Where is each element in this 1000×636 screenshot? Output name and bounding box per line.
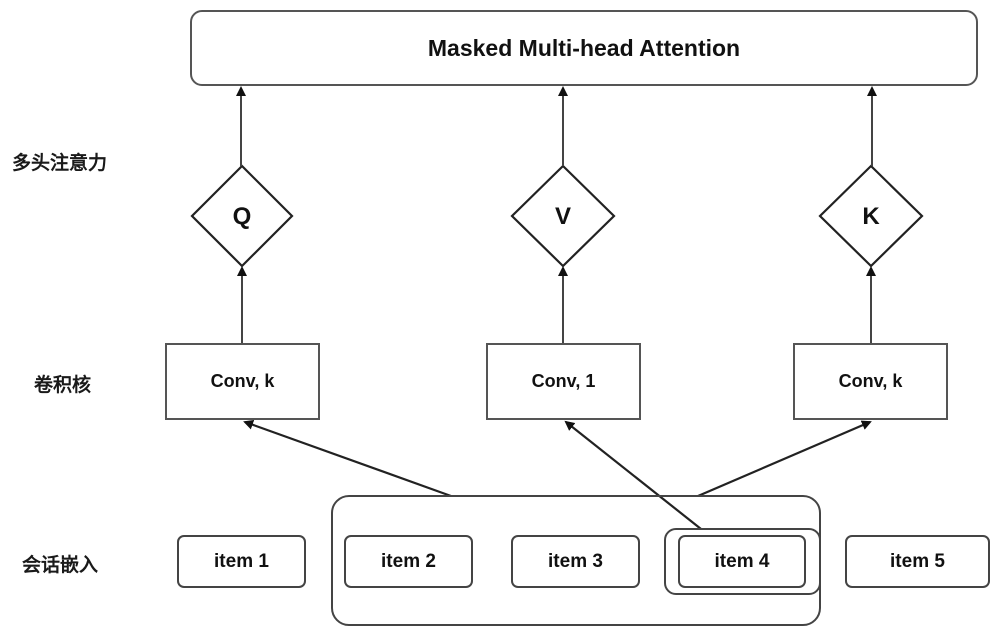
diamond-label-v: V xyxy=(554,203,572,230)
item-box-5: item 5 xyxy=(845,535,990,588)
item-label: item 4 xyxy=(714,550,770,572)
conv-box-right: Conv, k xyxy=(793,343,948,420)
item-box-4: item 4 xyxy=(678,535,806,588)
arrow-group-to-conv-right xyxy=(697,420,872,498)
row-label-attention: 多头注意力 xyxy=(12,152,108,174)
item-box-1: item 1 xyxy=(177,535,306,588)
diamond-label-q: Q xyxy=(232,203,252,230)
conv-label: Conv, k xyxy=(210,371,275,391)
masked-multi-head-attention-box: Masked Multi-head Attention xyxy=(190,10,978,86)
conv-label: Conv, 1 xyxy=(531,371,596,391)
diamond-label-k: K xyxy=(862,203,880,230)
conv-label: Conv, k xyxy=(838,371,903,391)
arrow-group-to-conv-left xyxy=(243,419,452,498)
conv-box-middle: Conv, 1 xyxy=(486,343,641,420)
item-box-3: item 3 xyxy=(511,535,640,588)
item-label: item 5 xyxy=(890,550,945,572)
item-label: item 1 xyxy=(214,550,269,572)
row-label-embedding: 会话嵌入 xyxy=(22,554,99,576)
row-label-conv: 卷积核 xyxy=(34,374,92,396)
item-box-2: item 2 xyxy=(344,535,473,588)
item-label: item 2 xyxy=(381,550,436,572)
item-label: item 3 xyxy=(548,550,603,572)
conv-box-left: Conv, k xyxy=(165,343,320,420)
attention-title: Masked Multi-head Attention xyxy=(427,34,741,61)
